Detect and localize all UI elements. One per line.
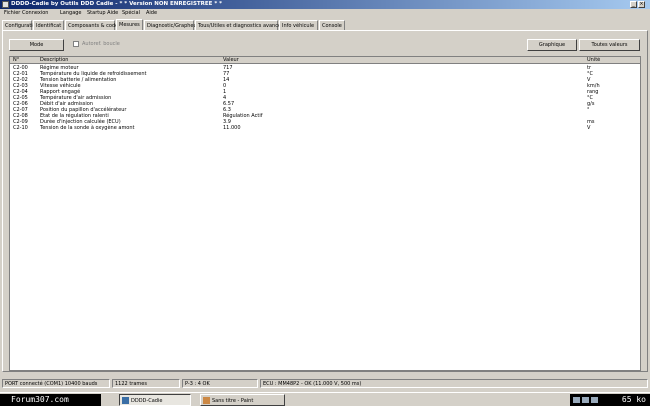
measures-table[interactable]: N° Description Valeur Unité C2-00 Régime … <box>9 56 641 371</box>
status-frames: 1122 trames <box>112 379 180 388</box>
cell-number: C2-10 <box>13 125 28 131</box>
graph-button[interactable]: Graphique <box>527 39 577 51</box>
taskbar: Forum307.com DDDD-Cadie Sans titre - Pai… <box>0 392 650 406</box>
status-ecu: ECU : MM48P2 - OK (11.000 V, 500 ms) <box>260 379 648 388</box>
tab-mesures[interactable]: Mesures <box>116 19 143 30</box>
menu-langage[interactable]: Langage <box>60 10 82 16</box>
app-icon <box>122 397 129 404</box>
paint-icon <box>203 397 210 404</box>
tab-info-vehicule[interactable]: Info véhicule <box>279 20 318 30</box>
menu-special[interactable]: Spécial <box>122 10 140 16</box>
tray-memory-readout: 65 ko <box>621 395 646 404</box>
header-description[interactable]: Description <box>40 57 68 63</box>
header-unit[interactable]: Unité <box>587 57 600 63</box>
status-bar: PORT connecté (COM1) 10400 bauds 1122 tr… <box>0 378 650 390</box>
title-bar: DDDD-Cadie by Outils DDD Cadie - * * Ver… <box>0 0 650 9</box>
tab-identification[interactable]: Identificat <box>33 20 64 30</box>
mode-button[interactable]: Mode <box>9 39 64 51</box>
app-icon <box>2 1 9 8</box>
status-protocol: P-3 : 4 OK <box>182 379 258 388</box>
tray-network-icon[interactable] <box>573 397 580 403</box>
table-header: N° Description Valeur Unité <box>10 57 640 64</box>
taskbar-item-paint[interactable]: Sans titre - Paint <box>200 394 285 406</box>
tray-app-icon[interactable] <box>591 397 598 403</box>
cell-description: Tension de la sonde à oxygène amont <box>40 125 135 131</box>
loop-checkbox-label: Autoref. boucle <box>82 41 120 47</box>
close-button[interactable]: × <box>638 1 645 8</box>
cell-unit: V <box>587 125 591 131</box>
tab-configuration[interactable]: Configuration <box>2 20 39 30</box>
menu-aide[interactable]: Aide <box>146 10 157 16</box>
menu-bar: Fichier Connexion Langage Startup Aide S… <box>0 9 650 18</box>
header-number[interactable]: N° <box>13 57 19 63</box>
taskbar-item-dddd-cadie[interactable]: DDDD-Cadie <box>119 394 191 406</box>
tab-strip: Configuration Identificat Composants & c… <box>0 19 650 30</box>
header-value[interactable]: Valeur <box>223 57 239 63</box>
all-values-button[interactable]: Toutes valeurs <box>579 39 640 51</box>
window-title: DDDD-Cadie by Outils DDD Cadie - * * Ver… <box>11 1 223 7</box>
menu-fichier[interactable]: Fichier <box>4 10 20 16</box>
taskbar-item-label: DDDD-Cadie <box>131 398 163 404</box>
taskbar-item-label: Sans titre - Paint <box>212 398 254 404</box>
loop-checkbox[interactable] <box>73 41 79 47</box>
tab-diagnostic[interactable]: Diagnostic/Grapheurs <box>144 20 201 30</box>
table-row[interactable]: C2-10 Tension de la sonde à oxygène amont… <box>10 125 640 131</box>
start-button[interactable]: Forum307.com <box>0 394 101 406</box>
menu-startup-aide[interactable]: Startup Aide <box>87 10 118 16</box>
minimize-button[interactable]: _ <box>630 1 637 8</box>
tray-volume-icon[interactable] <box>582 397 589 403</box>
tab-composants[interactable]: Composants & codes <box>65 20 121 30</box>
system-tray: 65 ko <box>570 394 650 406</box>
status-port: PORT connecté (COM1) 10400 bauds <box>2 379 110 388</box>
menu-connexion[interactable]: Connexion <box>22 10 48 16</box>
cell-value: 11.000 <box>223 125 241 131</box>
tab-console[interactable]: Console <box>319 20 345 30</box>
tab-outils-avances[interactable]: Tous/Utiles et diagnostics avancés <box>195 20 284 30</box>
